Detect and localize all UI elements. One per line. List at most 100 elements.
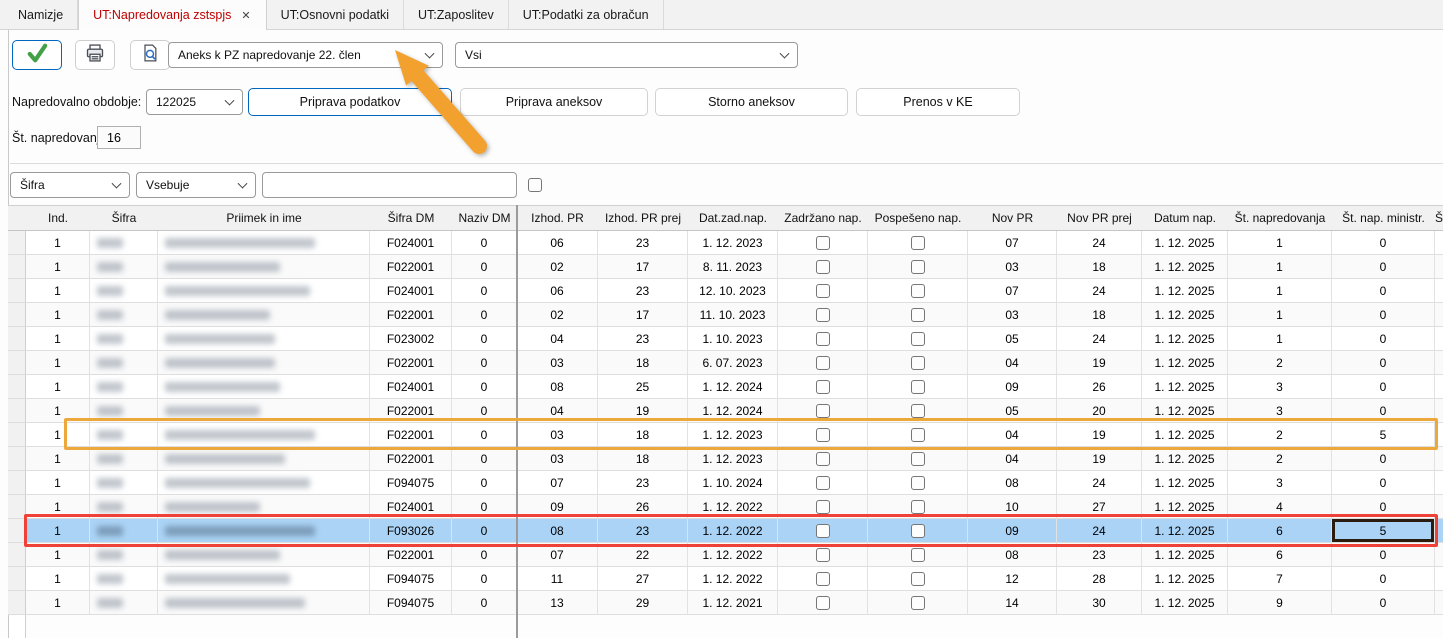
table-row[interactable]: 1 F093026 0 08 23 1. 12. 2022 09 24 1. 12. 2025 6… xyxy=(8,519,1443,543)
pospeseno_nap-checkbox[interactable] xyxy=(910,307,925,322)
cell-pospeseno_nap xyxy=(868,567,968,591)
tab-ut-osnovni-podatki[interactable]: UT:Osnovni podatki xyxy=(266,0,405,29)
period-select[interactable]: 122025 xyxy=(146,89,243,115)
table-row[interactable]: 1 F024001 0 06 23 12. 10. 2023 07 24 1. 12. 2025… xyxy=(8,279,1443,303)
tab-namizje[interactable]: Namizje xyxy=(4,0,79,29)
column-header-nov_pr_prej[interactable]: Nov PR prej xyxy=(1057,206,1142,230)
pospeseno_nap-checkbox[interactable] xyxy=(910,259,925,274)
column-header-nov_pr[interactable]: Nov PR xyxy=(968,206,1057,230)
pospeseno_nap-checkbox[interactable] xyxy=(910,379,925,394)
cell-izhod_pr_prej: 23 xyxy=(598,279,688,303)
table-row[interactable]: 1 F022001 0 04 19 1. 12. 2024 05 20 1. 12. 2025 3… xyxy=(8,399,1443,423)
table-row[interactable]: 1 F022001 0 02 17 11. 10. 2023 03 18 1. 12. 2025… xyxy=(8,303,1443,327)
table-row[interactable]: 1 F094075 0 07 23 1. 10. 2024 08 24 1. 12. 2025 3… xyxy=(8,471,1443,495)
zadrzano_nap-checkbox[interactable] xyxy=(815,235,830,250)
zadrzano_nap-checkbox[interactable] xyxy=(815,451,830,466)
zadrzano_nap-checkbox[interactable] xyxy=(815,523,830,538)
frozen-pane-splitter[interactable] xyxy=(516,205,518,638)
cell-nov_pr: 08 xyxy=(968,471,1057,495)
zadrzano_nap-checkbox[interactable] xyxy=(815,571,830,586)
preview-button[interactable] xyxy=(130,40,170,70)
pospeseno_nap-checkbox[interactable] xyxy=(910,355,925,370)
cell-sifra_dm: F022001 xyxy=(370,303,452,327)
column-header-naziv_dm[interactable]: Naziv DM xyxy=(452,206,517,230)
pospeseno_nap-checkbox[interactable] xyxy=(910,427,925,442)
column-header-izhod_pr_prej[interactable]: Izhod. PR prej xyxy=(598,206,688,230)
filter-query-input[interactable] xyxy=(262,172,517,198)
cell-priimek xyxy=(158,399,370,423)
column-header-priimek[interactable]: Priimek in ime xyxy=(158,206,370,230)
print-button[interactable] xyxy=(75,40,115,70)
cell-izhod_pr_prej: 27 xyxy=(598,567,688,591)
table-row[interactable]: 1 F094075 0 11 27 1. 12. 2022 12 28 1. 12. 2025 7… xyxy=(8,567,1443,591)
pospeseno_nap-checkbox[interactable] xyxy=(910,331,925,346)
zadrzano_nap-checkbox[interactable] xyxy=(815,547,830,562)
column-header-st_napredovanja[interactable]: Št. napredovanja xyxy=(1228,206,1332,230)
table-row[interactable]: 1 F024001 0 08 25 1. 12. 2024 09 26 1. 12. 2025 3… xyxy=(8,375,1443,399)
zadrzano_nap-checkbox[interactable] xyxy=(815,259,830,274)
priprava-podatkov-button[interactable]: Priprava podatkov xyxy=(248,88,452,116)
confirm-button[interactable] xyxy=(12,40,62,70)
zadrzano_nap-checkbox[interactable] xyxy=(815,427,830,442)
cell-izhod_pr_prej: 18 xyxy=(598,447,688,471)
column-header-ind[interactable]: Ind. xyxy=(26,206,90,230)
cell-ind: 1 xyxy=(26,303,90,327)
column-header-partial[interactable]: Š xyxy=(1435,206,1443,230)
column-header-datum_nap[interactable]: Datum nap. xyxy=(1142,206,1228,230)
column-header-pospeseno_nap[interactable]: Pospešeno nap. xyxy=(868,206,968,230)
table-row[interactable]: 1 F022001 0 03 18 1. 12. 2023 04 19 1. 12. 2025 2… xyxy=(8,447,1443,471)
column-header-zadrzano_nap[interactable]: Zadržano nap. xyxy=(778,206,868,230)
table-row[interactable]: 1 F024001 0 09 26 1. 12. 2022 10 27 1. 12. 2025 4… xyxy=(8,495,1443,519)
zadrzano_nap-checkbox[interactable] xyxy=(815,331,830,346)
document-type-select[interactable]: Aneks k PZ napredovanje 22. člen xyxy=(168,42,443,68)
table-row[interactable]: 1 F022001 0 03 18 1. 12. 2023 04 19 1. 12. 2025 2… xyxy=(8,423,1443,447)
cell-dat_zad_nap: 1. 12. 2023 xyxy=(688,231,778,255)
pospeseno_nap-checkbox[interactable] xyxy=(910,451,925,466)
cell-priimek xyxy=(158,327,370,351)
tab-close-icon[interactable]: ✕ xyxy=(240,9,251,22)
table-row[interactable]: 1 F022001 0 03 18 6. 07. 2023 04 19 1. 12. 2025 2… xyxy=(8,351,1443,375)
filter-field-select[interactable]: Šifra xyxy=(10,172,130,198)
zadrzano_nap-checkbox[interactable] xyxy=(815,403,830,418)
storno-aneksov-button[interactable]: Storno aneksov xyxy=(655,88,848,116)
redacted-priimek xyxy=(165,333,275,344)
pospeseno_nap-checkbox[interactable] xyxy=(910,499,925,514)
cell-sifra_dm: F094075 xyxy=(370,471,452,495)
filter-operator-select[interactable]: Vsebuje xyxy=(136,172,256,198)
tab-ut-napredovanja-zstspjs[interactable]: UT:Napredovanja zstspjs ✕ xyxy=(78,0,267,30)
column-header-st_nap_ministr[interactable]: Št. nap. ministr. xyxy=(1332,206,1435,230)
pospeseno_nap-checkbox[interactable] xyxy=(910,403,925,418)
priprava-aneksov-button[interactable]: Priprava aneksov xyxy=(460,88,648,116)
cell-nov_pr: 09 xyxy=(968,519,1057,543)
zadrzano_nap-checkbox[interactable] xyxy=(815,499,830,514)
filter-checkbox[interactable] xyxy=(528,178,542,192)
tab-ut-zaposlitev[interactable]: UT:Zaposlitev xyxy=(404,0,509,29)
pospeseno_nap-checkbox[interactable] xyxy=(910,595,925,610)
pospeseno_nap-checkbox[interactable] xyxy=(910,571,925,586)
zadrzano_nap-checkbox[interactable] xyxy=(815,595,830,610)
zadrzano_nap-checkbox[interactable] xyxy=(815,475,830,490)
table-row[interactable]: 1 F022001 0 07 22 1. 12. 2022 08 23 1. 12. 2025 6… xyxy=(8,543,1443,567)
pospeseno_nap-checkbox[interactable] xyxy=(910,547,925,562)
scope-select[interactable]: Vsi xyxy=(455,42,798,68)
table-row[interactable]: 1 F022001 0 02 17 8. 11. 2023 03 18 1. 12. 2025 1… xyxy=(8,255,1443,279)
column-header-dat_zad_nap[interactable]: Dat.zad.nap. xyxy=(688,206,778,230)
table-row[interactable]: 1 F094075 0 13 29 1. 12. 2021 14 30 1. 12. 2025 9… xyxy=(8,591,1443,615)
prenos-v-ke-button[interactable]: Prenos v KE xyxy=(856,88,1020,116)
zadrzano_nap-checkbox[interactable] xyxy=(815,307,830,322)
document-type-value: Aneks k PZ napredovanje 22. člen xyxy=(178,48,361,62)
pospeseno_nap-checkbox[interactable] xyxy=(910,523,925,538)
table-row[interactable]: 1 F023002 0 04 23 1. 10. 2023 05 24 1. 12. 2025 1… xyxy=(8,327,1443,351)
zadrzano_nap-checkbox[interactable] xyxy=(815,379,830,394)
column-header-sel[interactable] xyxy=(8,206,26,230)
column-header-izhod_pr[interactable]: Izhod. PR xyxy=(517,206,598,230)
table-row[interactable]: 1 F024001 0 06 23 1. 12. 2023 07 24 1. 12. 2025 1… xyxy=(8,231,1443,255)
zadrzano_nap-checkbox[interactable] xyxy=(815,283,830,298)
zadrzano_nap-checkbox[interactable] xyxy=(815,355,830,370)
column-header-sifra[interactable]: Šifra xyxy=(90,206,158,230)
column-header-sifra_dm[interactable]: Šifra DM xyxy=(370,206,452,230)
pospeseno_nap-checkbox[interactable] xyxy=(910,283,925,298)
pospeseno_nap-checkbox[interactable] xyxy=(910,475,925,490)
pospeseno_nap-checkbox[interactable] xyxy=(910,235,925,250)
tab-ut-podatki-za-obra-un[interactable]: UT:Podatki za obračun xyxy=(508,0,664,29)
